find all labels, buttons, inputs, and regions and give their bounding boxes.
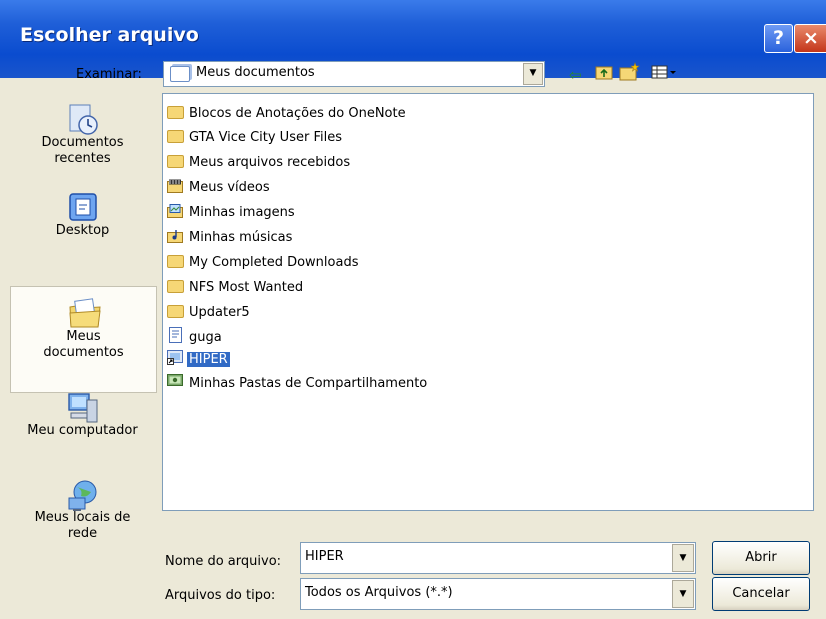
folder-icon: [167, 155, 184, 168]
item-name: Updater5: [189, 305, 250, 320]
item-name: NFS Most Wanted: [189, 280, 304, 295]
place-label: Desktop: [55, 223, 110, 238]
place-label: Meu computador: [27, 423, 138, 438]
look-in-value: Meus documentos: [196, 65, 315, 80]
look-in-dropdown-button[interactable]: ▼: [523, 63, 543, 85]
list-item[interactable]: NFS Most Wanted: [167, 277, 305, 299]
help-button[interactable]: ?: [764, 24, 793, 53]
filename-value: HIPER: [305, 549, 344, 564]
new-folder-icon[interactable]: [619, 62, 641, 86]
item-name: Meus vídeos: [189, 180, 270, 195]
look-in-label: Examinar:: [76, 67, 142, 82]
filename-input[interactable]: HIPER ▼: [300, 542, 696, 574]
filetype-label: Arquivos do tipo:: [165, 588, 276, 603]
list-item[interactable]: guga: [167, 327, 224, 349]
open-button[interactable]: Abrir: [712, 541, 810, 575]
list-item[interactable]: Minhas imagens: [167, 202, 297, 224]
places-bar: Documentos recentes Desktop Meus documen…: [10, 93, 157, 605]
item-name: My Completed Downloads: [189, 255, 359, 270]
list-item[interactable]: My Completed Downloads: [167, 252, 360, 274]
filename-label: Nome do arquivo:: [165, 554, 282, 569]
place-recent-documents[interactable]: Documentos recentes: [10, 103, 155, 167]
look-in-combobox[interactable]: Meus documentos ▼: [163, 61, 545, 87]
list-item[interactable]: Meus arquivos recebidos: [167, 152, 352, 174]
place-label: documentos: [43, 345, 124, 360]
up-one-level-icon[interactable]: [595, 64, 613, 84]
list-item[interactable]: Meus vídeos: [167, 177, 272, 199]
folder-icon: [167, 106, 184, 119]
filetype-select[interactable]: Todos os Arquivos (*.*) ▼: [300, 578, 696, 610]
window-title: Escolher arquivo: [20, 24, 199, 46]
item-name: guga: [189, 330, 222, 345]
filetype-dropdown-button[interactable]: ▼: [672, 580, 694, 608]
folder-icon: [167, 280, 184, 293]
filename-dropdown-button[interactable]: ▼: [672, 544, 694, 572]
file-open-dialog: Escolher arquivo ? × Examinar: Meus docu…: [0, 0, 826, 619]
list-item[interactable]: GTA Vice City User Files: [167, 127, 344, 149]
network-places-icon: [67, 478, 99, 511]
file-list[interactable]: Blocos de Anotações do OneNote GTA Vice …: [162, 93, 814, 511]
videos-folder-icon: [167, 179, 184, 193]
item-name: Minhas imagens: [189, 205, 295, 220]
list-item[interactable]: Minhas Pastas de Compartilhamento: [167, 373, 429, 395]
place-desktop[interactable]: Desktop: [10, 191, 155, 239]
list-item[interactable]: HIPER: [167, 349, 230, 371]
item-name: Blocos de Anotações do OneNote: [189, 106, 406, 121]
item-name: Meus arquivos recebidos: [189, 155, 351, 170]
my-computer-icon: [67, 391, 99, 423]
shortcut-icon: [167, 349, 184, 365]
document-icon: [167, 327, 184, 343]
folder-icon: [167, 305, 184, 318]
recent-documents-icon: [67, 103, 99, 135]
place-my-computer[interactable]: Meu computador: [10, 391, 155, 439]
close-button[interactable]: ×: [794, 24, 826, 53]
place-network-places[interactable]: Meus locais de rede: [10, 478, 155, 542]
item-name: Minhas músicas: [189, 230, 293, 245]
item-name: HIPER: [187, 352, 230, 367]
desktop-icon: [67, 191, 99, 221]
filetype-value: Todos os Arquivos (*.*): [305, 585, 453, 600]
item-name: GTA Vice City User Files: [189, 130, 342, 145]
pictures-folder-icon: [167, 204, 184, 218]
music-folder-icon: [167, 229, 184, 243]
item-name: Minhas Pastas de Compartilhamento: [189, 376, 428, 391]
list-item[interactable]: Minhas músicas: [167, 227, 294, 249]
my-documents-icon: [170, 66, 190, 82]
place-label: Meus: [66, 329, 101, 344]
place-label: recentes: [54, 151, 111, 166]
list-item[interactable]: Updater5: [167, 302, 252, 324]
view-menu-icon[interactable]: [651, 64, 677, 84]
cancel-button[interactable]: Cancelar: [712, 577, 810, 611]
list-item[interactable]: Blocos de Anotações do OneNote: [167, 103, 408, 125]
back-arrow-icon[interactable]: ⇦: [569, 66, 582, 84]
shared-folder-icon: [167, 373, 184, 387]
my-documents-icon: [68, 297, 101, 328]
place-label: Meus locais de: [34, 510, 131, 525]
folder-icon: [167, 130, 184, 143]
place-my-documents[interactable]: Meus documentos: [10, 286, 157, 393]
place-label: Documentos: [41, 135, 124, 150]
place-label: rede: [67, 526, 98, 541]
folder-icon: [167, 255, 184, 268]
